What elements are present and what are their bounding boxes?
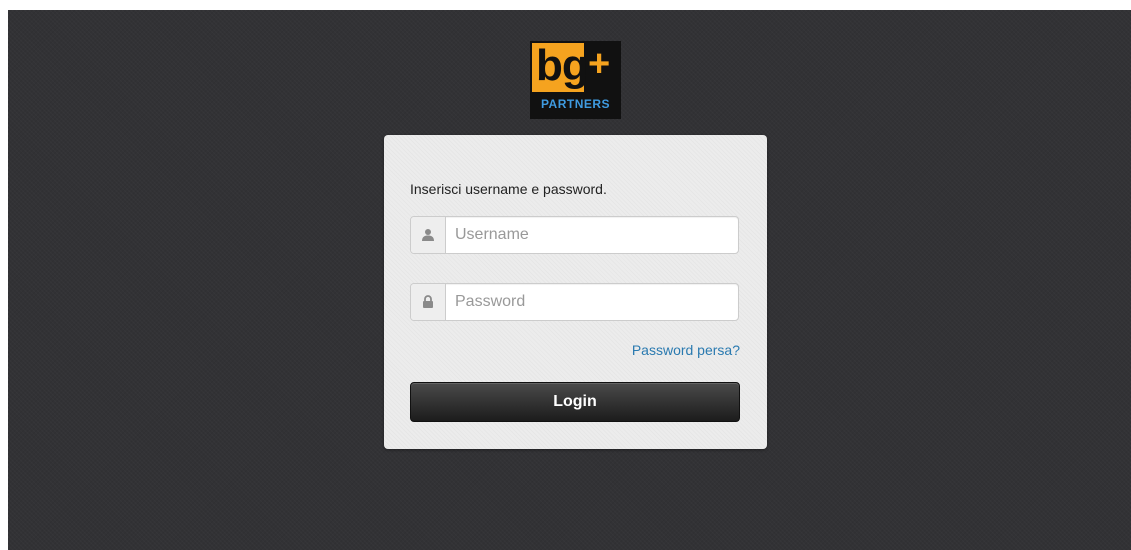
login-button[interactable]: Login	[410, 382, 740, 422]
logo-bg-block: bg	[532, 41, 589, 92]
logo-plus-block: +	[586, 43, 619, 92]
lock-icon	[411, 284, 446, 320]
login-card: Inserisci username e password. Password …	[384, 135, 767, 449]
username-input[interactable]	[447, 217, 736, 253]
password-input-group	[410, 283, 739, 321]
login-prompt: Inserisci username e password.	[410, 181, 607, 197]
lost-password-link[interactable]: Password persa?	[632, 342, 740, 358]
page-background: bg + PARTNERS Inserisci username e passw…	[8, 10, 1131, 550]
logo-plus-text: +	[588, 43, 611, 85]
username-input-group	[410, 216, 739, 254]
user-icon	[411, 217, 446, 253]
logo-partners-text: PARTNERS	[540, 97, 611, 111]
brand-logo: bg + PARTNERS	[530, 41, 621, 119]
logo-bg-text: bg	[536, 41, 589, 90]
password-input[interactable]	[447, 284, 736, 320]
